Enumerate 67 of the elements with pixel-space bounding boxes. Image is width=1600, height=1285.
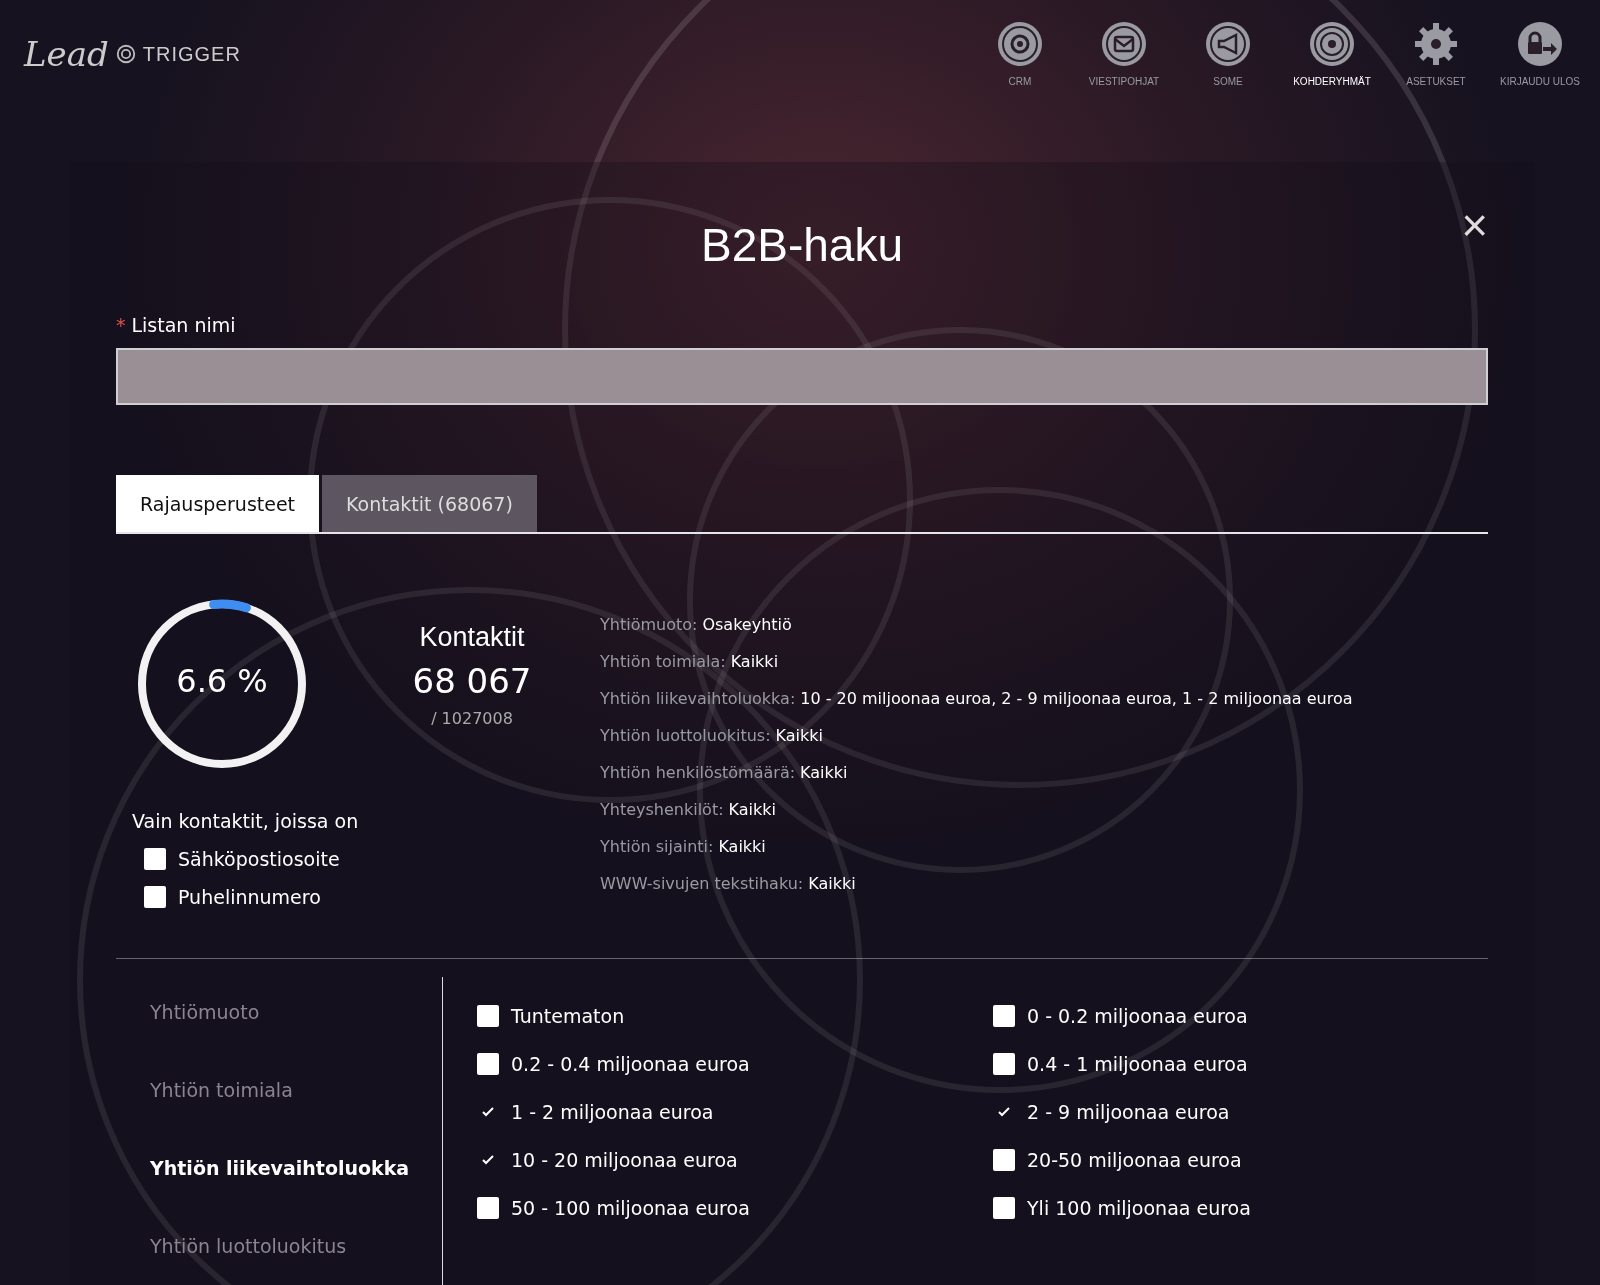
checkbox[interactable] <box>993 1053 1015 1075</box>
dialog-title: B2B-haku <box>701 218 903 272</box>
summary-value: Osakeyhtiö <box>702 615 792 634</box>
tab[interactable]: Kontaktit (68067) <box>322 475 537 532</box>
summary-value: 10 - 20 miljoonaa euroa, 2 - 9 miljoonaa euroa, 1 - 2 miljoonaa euroa <box>800 689 1353 708</box>
category-item[interactable]: Yhtiön toimiala <box>116 1079 442 1157</box>
summary-value: Kaikki <box>728 800 776 819</box>
checkbox-label: 0.4 - 1 miljoonaa euroa <box>1027 1053 1248 1075</box>
summary-value: Kaikki <box>718 837 766 856</box>
megaphone-icon <box>1204 20 1252 68</box>
checkbox-label: 0 - 0.2 miljoonaa euroa <box>1027 1005 1248 1027</box>
summary-label: Yhtiön henkilöstömäärä: <box>600 763 796 782</box>
percentage-text: 6.6 % <box>175 662 269 700</box>
summary-label: Yhteyshenkilöt: <box>600 800 724 819</box>
checkbox[interactable] <box>144 886 166 908</box>
checkbox-label: Yli 100 miljoonaa euroa <box>1027 1197 1251 1219</box>
checkbox-label: 20-50 miljoonaa euroa <box>1027 1149 1242 1171</box>
required-mark: * <box>116 314 126 336</box>
checkbox[interactable] <box>993 1149 1015 1171</box>
checkbox-label: 2 - 9 miljoonaa euroa <box>1027 1101 1230 1123</box>
contacts-count: 68 067 <box>411 661 533 701</box>
checkbox-label: Sähköpostiosoite <box>178 848 340 870</box>
summary-value: Kaikki <box>808 874 856 893</box>
summary-label: Yhtiömuoto: <box>600 615 698 634</box>
nav-item[interactable]: KIRJAUDU ULOS <box>1488 20 1592 87</box>
tab[interactable]: Rajausperusteet <box>116 475 320 532</box>
checkbox[interactable] <box>477 1053 499 1075</box>
checkbox-label: Tuntematon <box>511 1005 625 1027</box>
checkbox[interactable] <box>993 1005 1015 1027</box>
nav-item[interactable]: SOME <box>1176 20 1280 87</box>
logo-script-text: Lead <box>24 34 109 74</box>
summary-label: Yhtiön toimiala: <box>600 652 726 671</box>
nav-item[interactable]: ASETUKSET <box>1384 20 1488 87</box>
checkbox[interactable] <box>144 848 166 870</box>
checkbox-label: Puhelinnumero <box>178 886 321 908</box>
checkbox-label: 0.2 - 0.4 miljoonaa euroa <box>511 1053 750 1075</box>
checkbox-label: 10 - 20 miljoonaa euroa <box>511 1149 738 1171</box>
summary-value: Kaikki <box>800 763 848 782</box>
summary-value: Kaikki <box>775 726 824 745</box>
checkbox-label: 50 - 100 miljoonaa euroa <box>511 1197 750 1219</box>
input-field[interactable] <box>116 348 1488 405</box>
summary-value: Kaikki <box>730 652 779 671</box>
checkbox[interactable] <box>477 1197 499 1219</box>
target-icon <box>1308 20 1356 68</box>
nav-item[interactable]: KOHDERYHMÄT <box>1280 20 1384 87</box>
disc-icon <box>996 20 1044 68</box>
category-item[interactable]: Yhtiön liikevaihtoluokka <box>116 1157 442 1235</box>
contacts-heading: Kontaktit <box>418 622 526 653</box>
nav-item[interactable]: CRM <box>968 20 1072 87</box>
filter-heading: Vain kontaktit, joissa on <box>132 810 360 832</box>
summary-label: Yhtiön luottoluokitus: <box>600 726 771 745</box>
category-item[interactable]: Yhtiön luottoluokitus <box>116 1235 442 1285</box>
checkbox[interactable] <box>477 1005 499 1027</box>
summary-label: Yhtiön sijainti: <box>600 837 714 856</box>
checkbox-label: 1 - 2 miljoonaa euroa <box>511 1101 714 1123</box>
close-button[interactable]: × <box>1461 202 1488 248</box>
gear-icon <box>1412 20 1460 68</box>
ring-logo-icon <box>114 43 137 65</box>
category-item[interactable]: Yhtiömuoto <box>116 1001 442 1079</box>
logo-text: TRIGGER <box>142 42 241 66</box>
nav-item[interactable]: VIESTIPOHJAT <box>1072 20 1176 87</box>
checkbox[interactable] <box>993 1197 1015 1219</box>
summary-label: WWW-sivujen tekstihaku: <box>600 874 804 893</box>
contacts-total: / 1027008 <box>430 709 514 728</box>
summary-label: Yhtiön liikevaihtoluokka: <box>600 689 796 708</box>
envelope-icon <box>1100 20 1148 68</box>
field-label: Listan nimi <box>131 314 236 336</box>
